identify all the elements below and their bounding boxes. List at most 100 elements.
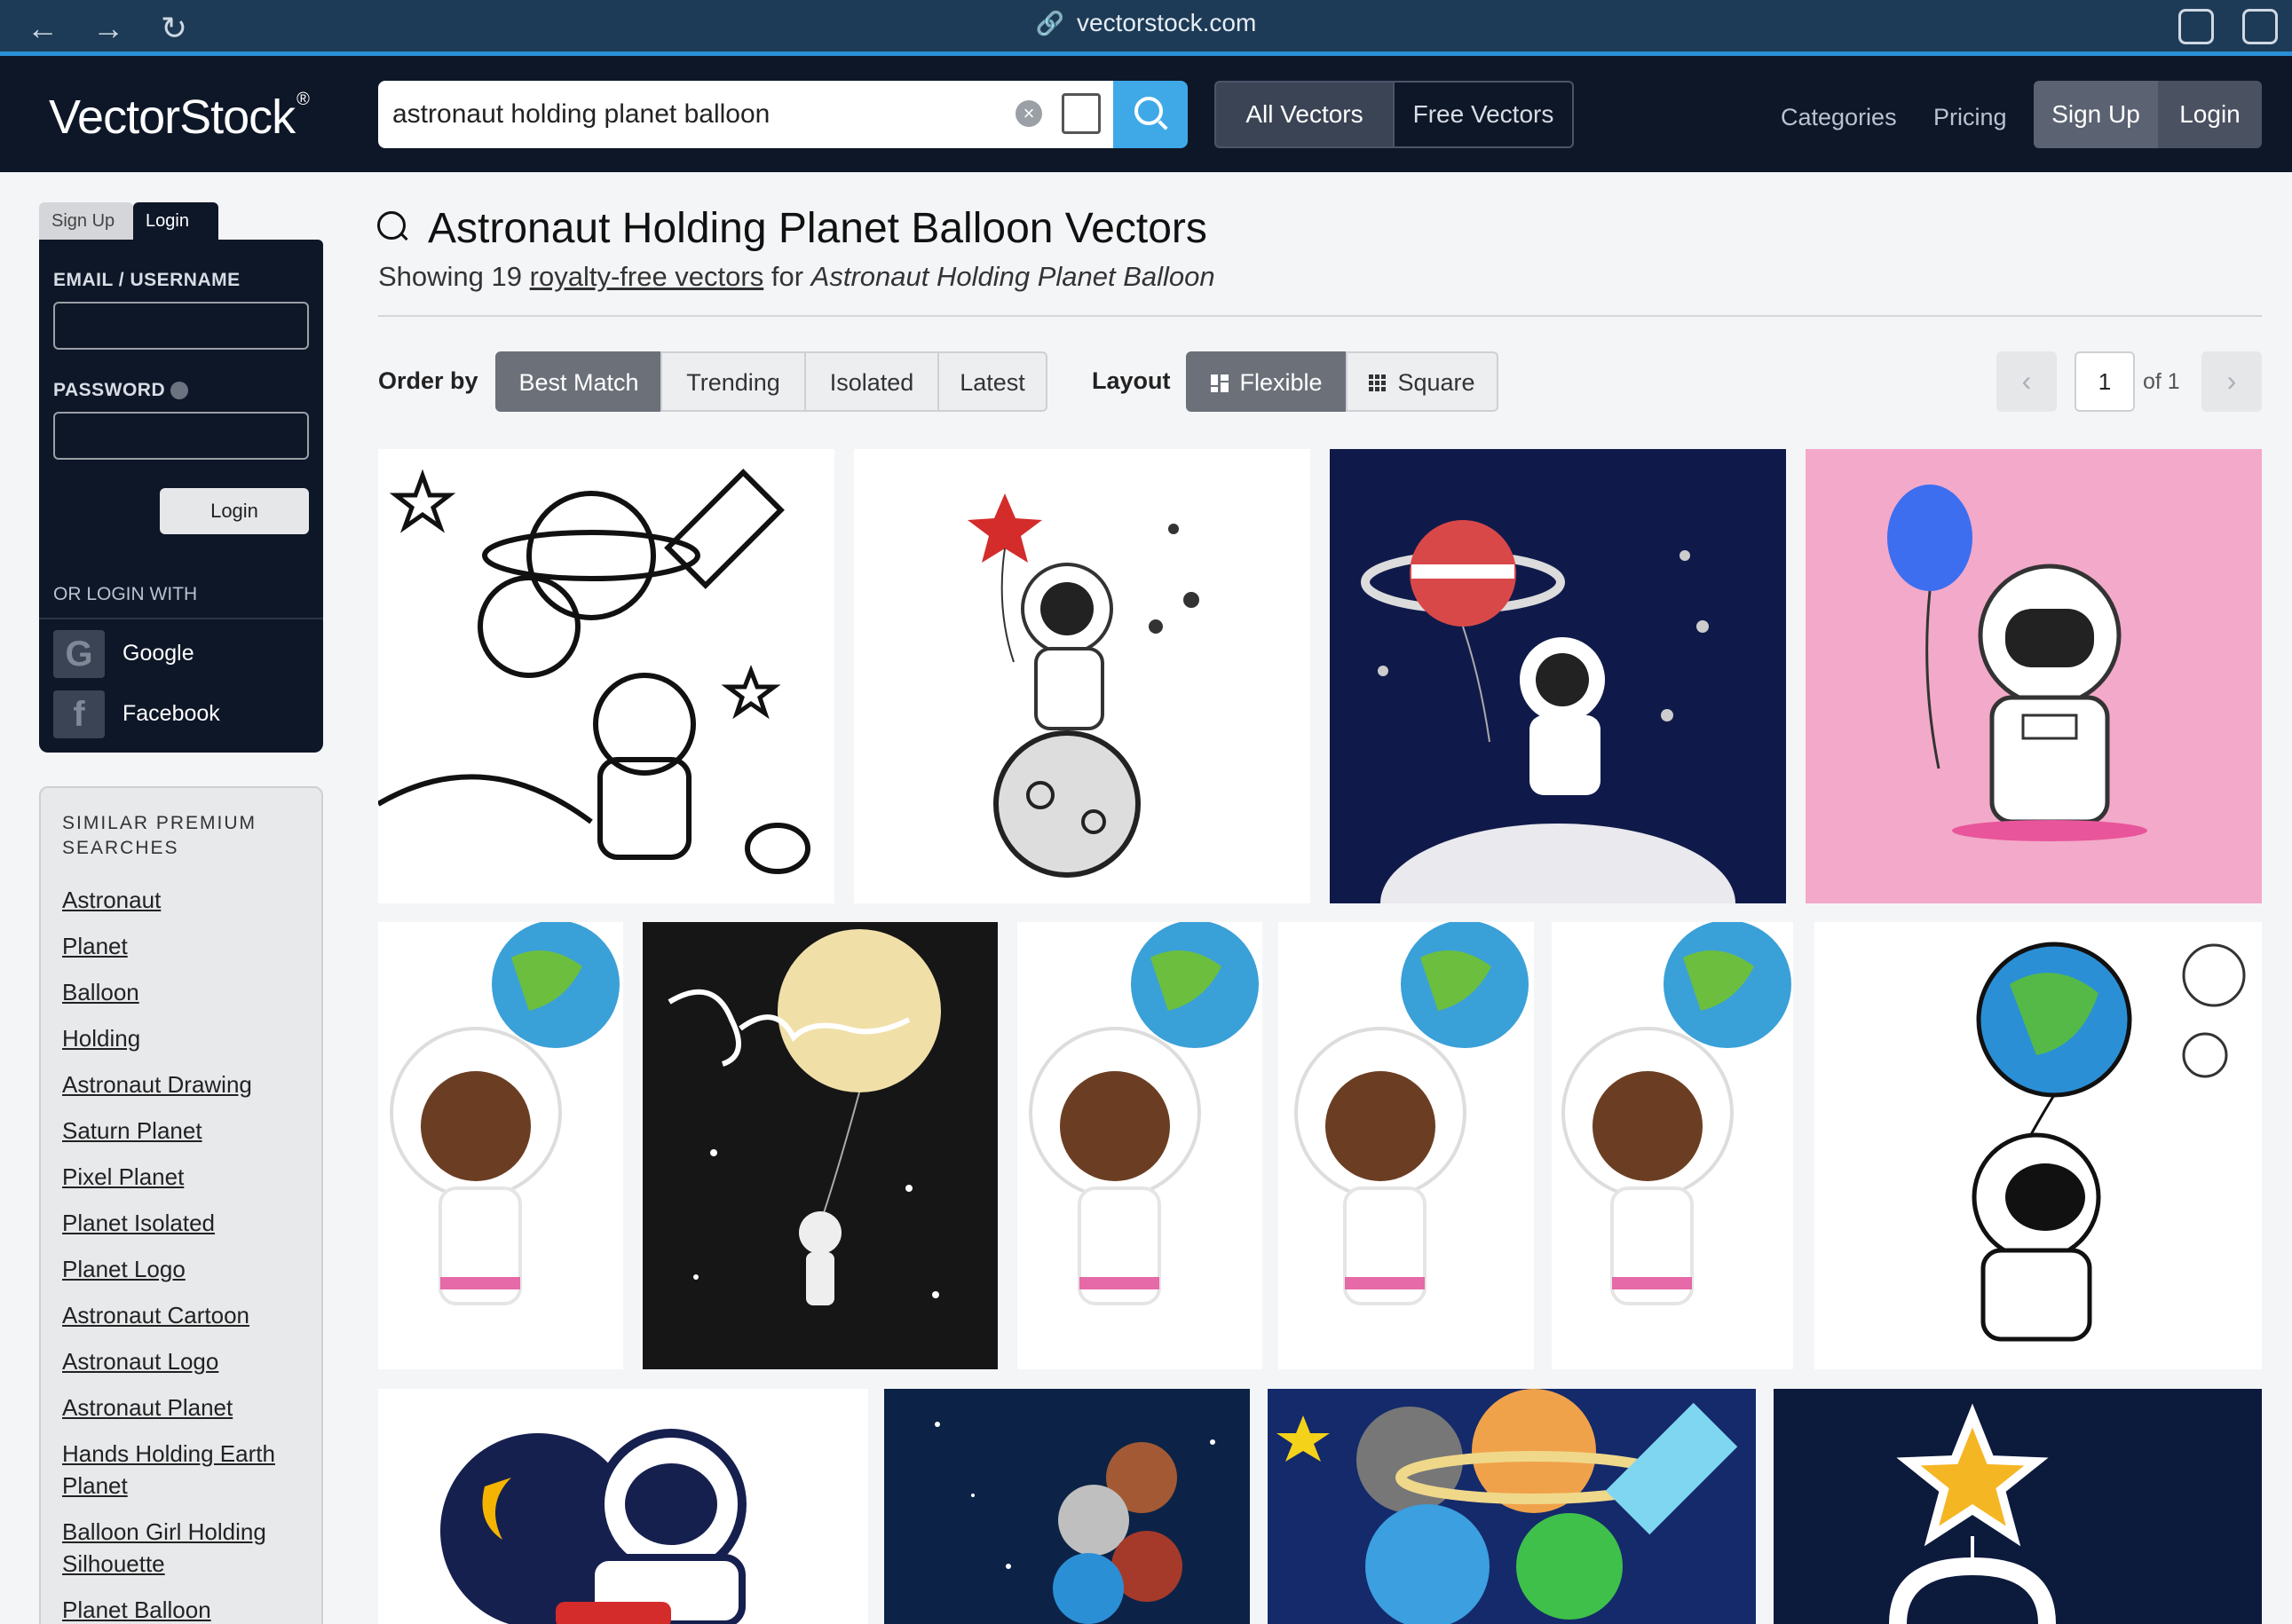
astronaut-illustration [668, 929, 941, 1305]
order-trending[interactable]: Trending [660, 351, 806, 412]
page-total: of 1 [2143, 369, 2180, 394]
similar-search-link[interactable]: Balloon [62, 976, 311, 1008]
login-button[interactable]: Login [2158, 81, 2262, 148]
url-text: vectorstock.com [1077, 9, 1257, 36]
similar-searches-title: SIMILAR PREMIUM SEARCHES [62, 813, 257, 858]
result-image-saturn-balloon[interactable] [1330, 449, 1786, 903]
clear-search-icon[interactable]: × [1016, 100, 1042, 127]
layout-square-label: Square [1397, 369, 1475, 396]
result-image-star-balloon[interactable] [854, 449, 1310, 903]
similar-search-link[interactable]: Holding [62, 1022, 311, 1054]
result-image-girl-astronaut-3[interactable] [1278, 922, 1534, 1369]
result-image-star-balloon-dark[interactable] [1774, 1389, 2262, 1624]
astronaut-illustration [1887, 485, 2147, 841]
prev-page-button[interactable]: ‹ [1996, 351, 2057, 412]
search-input[interactable] [392, 93, 996, 136]
link-icon: 🔗 [1035, 10, 1065, 36]
result-image-blue-balloon[interactable] [1806, 449, 2262, 903]
result-image-girl-astronaut-2[interactable] [1017, 922, 1262, 1369]
similar-search-link[interactable]: Astronaut [62, 884, 311, 916]
similar-search-link[interactable]: Astronaut Drawing [62, 1068, 311, 1100]
astronaut-illustration [1889, 1403, 2056, 1624]
divider [39, 618, 323, 619]
email-field[interactable] [53, 302, 309, 350]
astronaut-illustration [1561, 922, 1791, 1305]
tab-login[interactable]: Login [133, 202, 218, 240]
royalty-free-link[interactable]: royalty-free vectors [530, 261, 764, 292]
similar-searches-panel: SIMILAR PREMIUM SEARCHES Astronaut Plane… [39, 786, 323, 1624]
chevron-left-icon: ‹ [2021, 365, 2032, 397]
search-button[interactable] [1113, 81, 1188, 148]
free-vectors-button[interactable]: Free Vectors [1395, 81, 1574, 148]
pricing-link[interactable]: Pricing [1933, 104, 2007, 131]
astronaut-illustration [1029, 922, 1259, 1305]
similar-search-link[interactable]: Planet Logo [62, 1253, 311, 1285]
google-icon: G [53, 630, 105, 678]
sign-up-button[interactable]: Sign Up [2034, 81, 2158, 148]
result-image-planet-balloons-satellite[interactable] [1268, 1389, 1756, 1624]
astronaut-illustration [968, 493, 1199, 878]
similar-search-link[interactable]: Planet [62, 930, 311, 962]
similar-search-link[interactable]: Balloon Girl Holding Silhouette [62, 1516, 311, 1580]
astronaut-illustration [1361, 520, 1735, 903]
chevron-right-icon: › [2226, 365, 2237, 397]
layout-flexible[interactable]: Flexible [1186, 351, 1348, 412]
logo-registered-mark: ® [296, 90, 310, 109]
similar-search-link[interactable]: Astronaut Logo [62, 1345, 311, 1377]
similar-search-link[interactable]: Hands Holding Earth Planet [62, 1438, 311, 1502]
similar-searches-list: Astronaut Planet Balloon Holding Astrona… [62, 884, 311, 1624]
site-logo[interactable]: VectorStock ® [49, 90, 310, 145]
order-best-match[interactable]: Best Match [495, 351, 662, 412]
result-image-astronaut-hug[interactable] [378, 1389, 868, 1624]
sidebar-toggle-icon[interactable] [2242, 9, 2278, 44]
browser-toolbar: ← → ↻ 🔗 vectorstock.com [0, 0, 2292, 55]
query-text: Astronaut Holding Planet Balloon [810, 261, 1215, 292]
divider [378, 315, 2262, 317]
astronaut-illustration [1972, 942, 2246, 1342]
result-image-girl-astronaut-4[interactable] [1552, 922, 1793, 1369]
square-grid-icon [1369, 374, 1387, 391]
email-label: EMAIL / USERNAME [53, 270, 241, 290]
result-image-space-lettering[interactable] [643, 922, 998, 1369]
search-icon [377, 211, 406, 240]
astronaut-illustration [390, 922, 620, 1305]
result-image-girl-astronaut-1[interactable] [378, 922, 623, 1369]
result-image-earth-balloon-sketch[interactable] [1814, 922, 2262, 1369]
similar-search-link[interactable]: Planet Balloon [62, 1594, 311, 1624]
tab-sign-up[interactable]: Sign Up [39, 202, 133, 240]
help-icon[interactable] [170, 382, 189, 400]
facebook-label: Facebook [123, 701, 220, 726]
all-vectors-button[interactable]: All Vectors [1214, 81, 1395, 148]
order-latest[interactable]: Latest [937, 351, 1047, 412]
logo-text: VectorStock [49, 91, 296, 144]
site-header: VectorStock® × All Vectors Free Vectors … [0, 56, 2292, 172]
password-label: PASSWORD [53, 380, 166, 400]
image-search-icon[interactable] [1062, 93, 1101, 134]
password-field[interactable] [53, 412, 309, 460]
layout-square[interactable]: Square [1346, 351, 1498, 412]
login-submit-button[interactable]: Login [160, 488, 309, 534]
or-login-with-label: OR LOGIN WITH [53, 584, 198, 604]
address-bar[interactable]: 🔗 vectorstock.com [0, 9, 2292, 37]
flexible-grid-icon [1211, 374, 1229, 392]
result-image-line-art[interactable] [378, 449, 834, 903]
search-box: × [378, 81, 1113, 148]
astronaut-illustration [935, 1422, 1215, 1624]
similar-search-link[interactable]: Astronaut Planet [62, 1391, 311, 1423]
results-count: Showing 19 [378, 261, 523, 292]
result-image-planet-balloons-starry[interactable] [884, 1389, 1250, 1624]
extensions-icon[interactable] [2178, 9, 2214, 44]
login-panel: EMAIL / USERNAME PASSWORD Login OR LOGIN… [39, 240, 323, 753]
astronaut-illustration [1276, 1389, 1738, 1624]
layout-label: Layout [1092, 367, 1171, 394]
password-label-row: PASSWORD [53, 380, 189, 401]
next-page-button[interactable]: › [2201, 351, 2262, 412]
categories-link[interactable]: Categories [1781, 104, 1897, 131]
similar-search-link[interactable]: Pixel Planet [62, 1161, 311, 1193]
facebook-icon: f [53, 690, 105, 738]
similar-search-link[interactable]: Astronaut Cartoon [62, 1299, 311, 1331]
similar-search-link[interactable]: Planet Isolated [62, 1207, 311, 1239]
similar-search-link[interactable]: Saturn Planet [62, 1115, 311, 1147]
page-number-input[interactable]: 1 [2075, 351, 2135, 412]
order-isolated[interactable]: Isolated [804, 351, 939, 412]
